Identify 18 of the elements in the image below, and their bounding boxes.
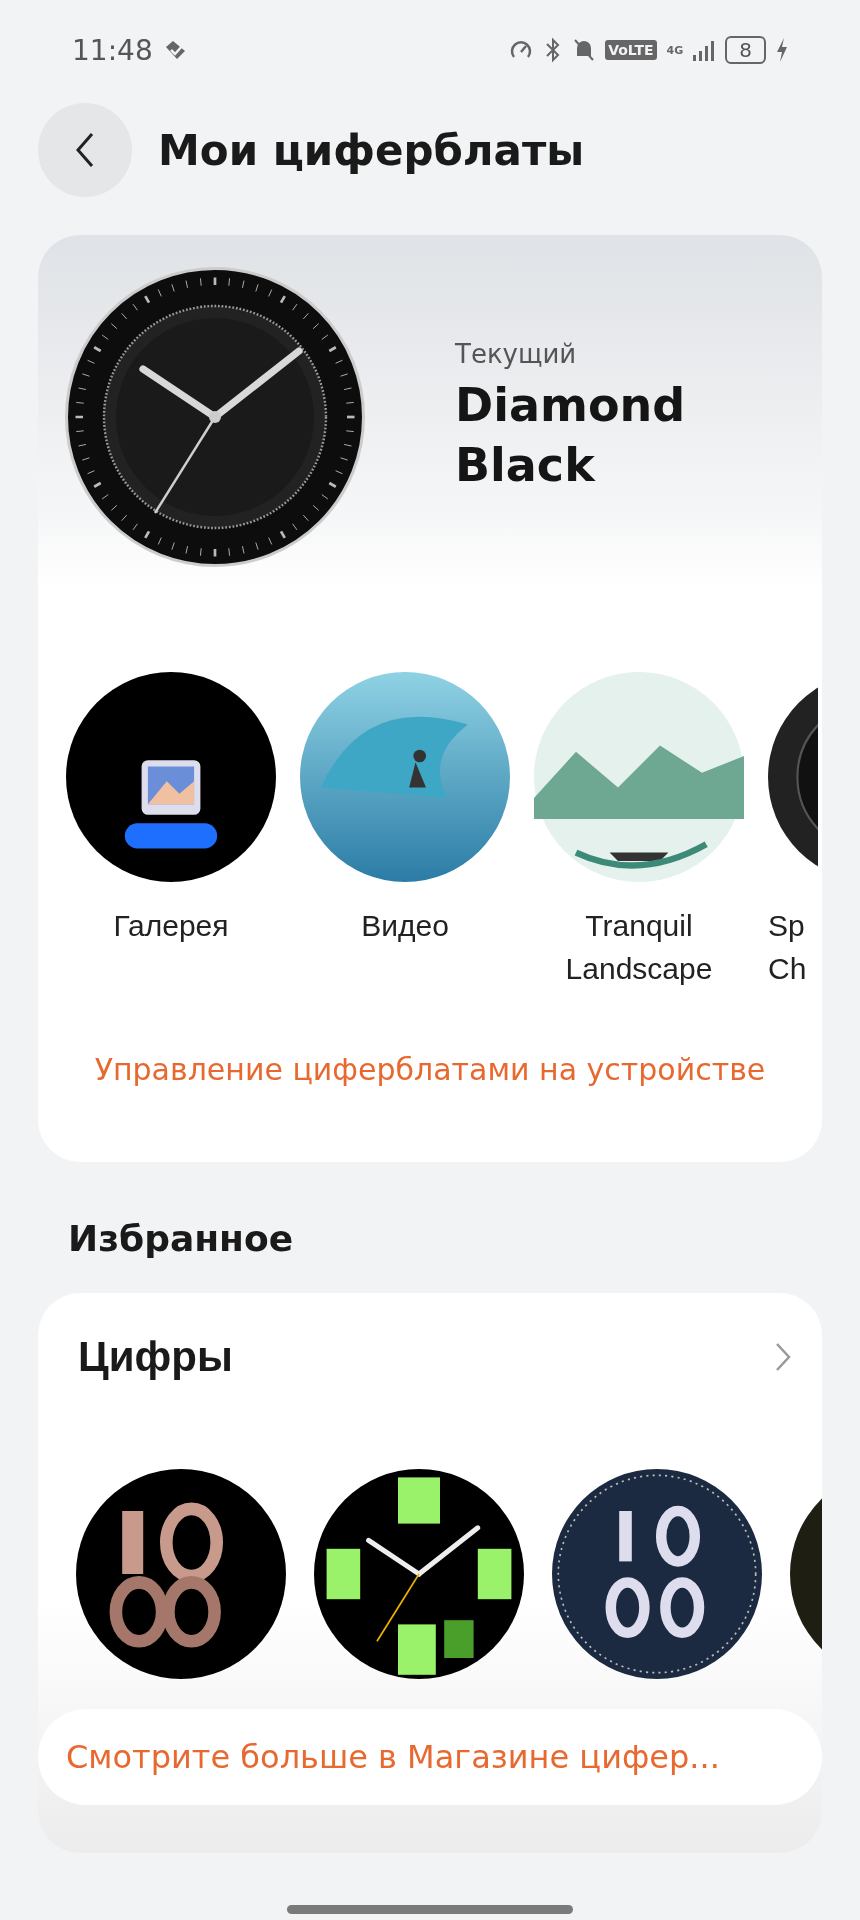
status-time: 11:48 — [72, 33, 153, 67]
favorites-heading: Избранное — [68, 1218, 295, 1259]
chevron-right-icon — [774, 1341, 792, 1373]
chevron-left-icon — [74, 130, 96, 170]
volte-indicator: VoLTE — [605, 40, 657, 60]
category-header[interactable]: Цифры — [38, 1293, 822, 1381]
watch-face-option[interactable]: Галерея — [66, 672, 276, 990]
signal-icon — [693, 39, 716, 61]
watch-face-option[interactable]: Tranquil Landscape — [534, 672, 744, 990]
page-title: Мои циферблаты — [158, 125, 585, 175]
charging-icon — [776, 38, 788, 62]
watch-face-option[interactable]: Видео — [300, 672, 510, 990]
battery-level: 8 — [725, 36, 766, 64]
watch-face-option[interactable]: Sp Ch — [768, 672, 818, 990]
network-type: 4G — [666, 43, 684, 57]
current-label: Текущий — [455, 339, 578, 369]
bell-muted-icon — [573, 37, 596, 63]
current-face-name: Diamond Black — [455, 377, 687, 494]
